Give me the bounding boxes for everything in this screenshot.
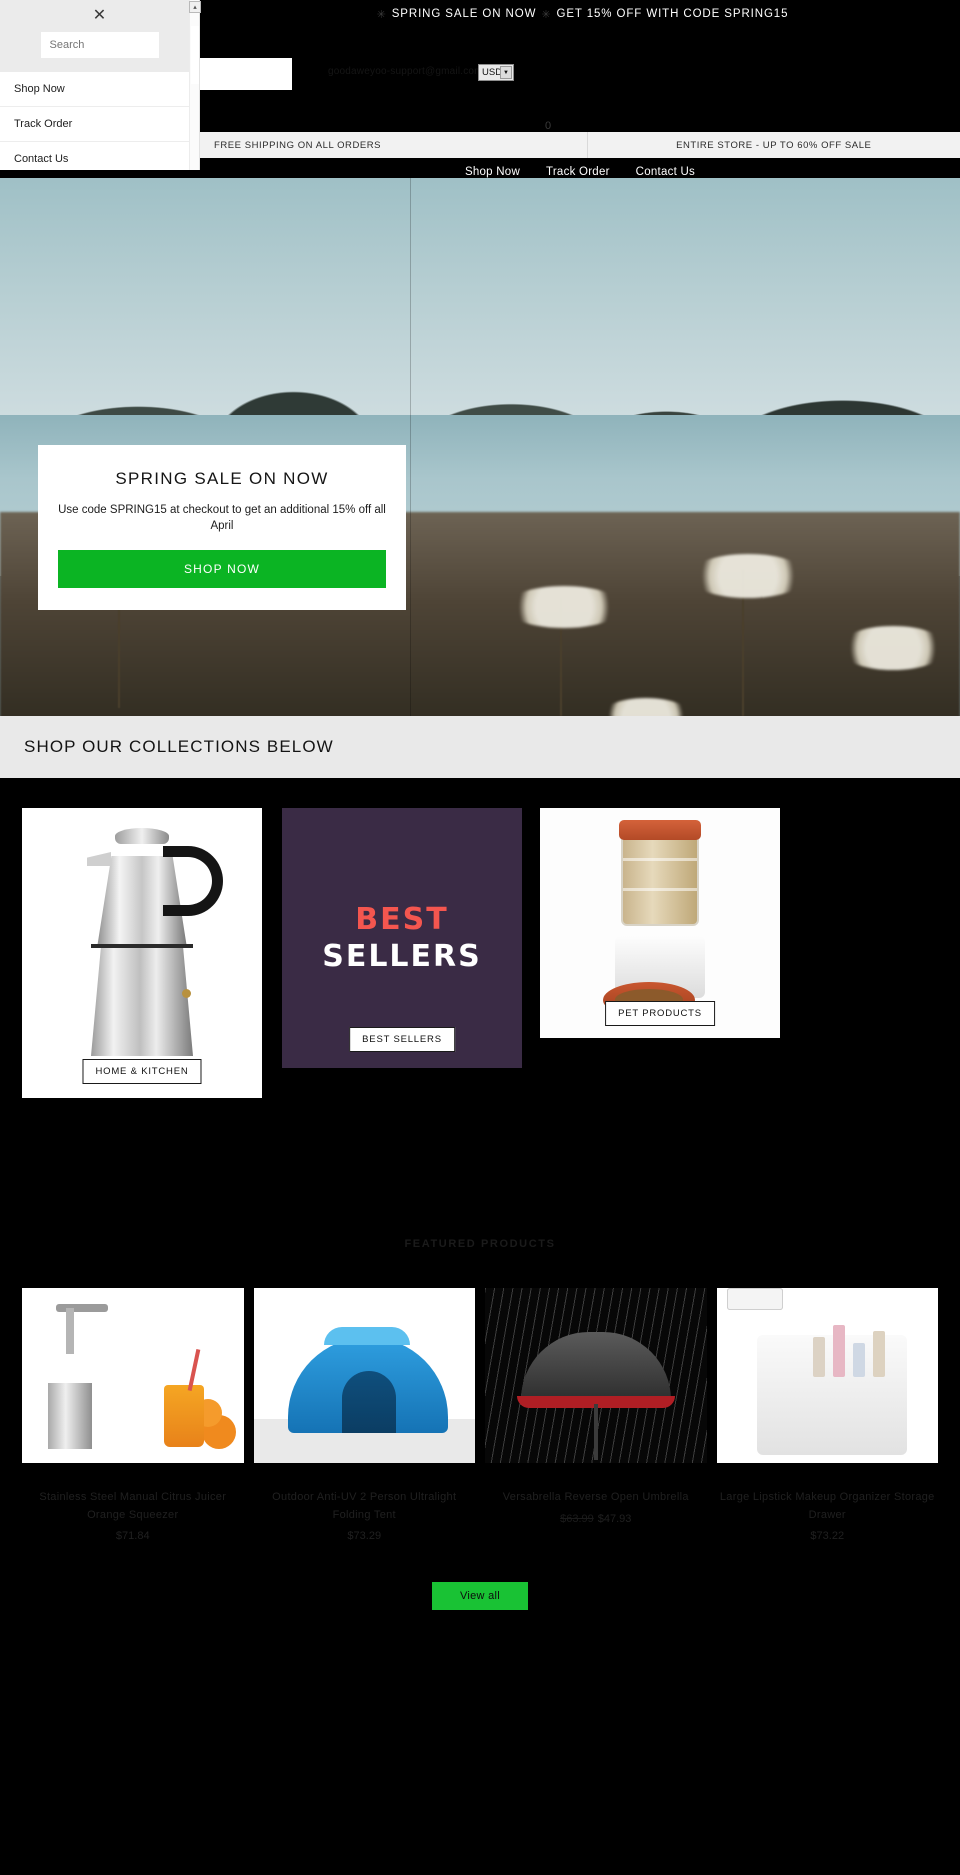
product-card[interactable]: Stainless Steel Manual Citrus Juicer Ora… (22, 1288, 244, 1542)
featured-heading: FEATURED PRODUCTS (404, 1238, 556, 1250)
best-sellers-art-line-1: BEST (355, 902, 449, 937)
nav-item-contact-us[interactable]: Contact Us (636, 166, 695, 178)
product-title[interactable]: Outdoor Anti-UV 2 Person Ultralight Fold… (254, 1489, 476, 1524)
drawer-item-contact-us[interactable]: Contact Us (0, 142, 199, 170)
drawer-item-track-order[interactable]: Track Order (0, 107, 199, 142)
product-image-folding-tent[interactable] (253, 1288, 475, 1463)
moka-pot-image (67, 826, 223, 1056)
window-control-button[interactable]: ▴ (189, 1, 201, 13)
product-title[interactable]: Large Lipstick Makeup Organizer Storage … (717, 1489, 939, 1524)
currency-select[interactable]: USD ▼ (478, 64, 514, 81)
site-header: goodaweyoo-support@gmail.com USD ▼ 0 (0, 28, 960, 132)
drawer-scrollbar-thumb[interactable] (191, 26, 199, 84)
sparkle-icon-2: ✳ (541, 8, 552, 21)
product-price: $71.84 (115, 1530, 150, 1543)
product-card[interactable]: Versabrella Reverse Open Umbrella $63.99… (485, 1288, 707, 1542)
pet-feeder-image (585, 820, 735, 1020)
collections-section: HOME & KITCHEN BEST SELLERS BEST SELLERS… (0, 778, 960, 1138)
hero-slide-divider (410, 178, 411, 716)
nav-item-track-order[interactable]: Track Order (546, 166, 610, 178)
cart-icon[interactable]: 0 (545, 120, 551, 132)
hero-title: SPRING SALE ON NOW (115, 469, 329, 488)
drawer-scrollbar[interactable] (189, 0, 199, 170)
view-all-container: View all (0, 1582, 960, 1611)
hero-subtitle: Use code SPRING15 at checkout to get an … (58, 504, 386, 532)
collections-heading-bar: SHOP OUR COLLECTIONS BELOW (0, 716, 960, 778)
product-title[interactable]: Versabrella Reverse Open Umbrella (485, 1489, 707, 1507)
collection-card-best-sellers[interactable]: BEST SELLERS BEST SELLERS (282, 808, 522, 1068)
site-root: ✳ SPRING SALE ON NOW ✳ GET 15% OFF WITH … (0, 0, 960, 186)
announcement-bar: ✳ SPRING SALE ON NOW ✳ GET 15% OFF WITH … (200, 0, 960, 28)
product-price: $73.22 (810, 1530, 845, 1543)
collection-pill-pet-products[interactable]: PET PRODUCTS (605, 1001, 715, 1026)
chevron-down-icon[interactable]: ▼ (500, 66, 512, 79)
close-icon[interactable]: ✕ (0, 8, 199, 24)
product-image-reverse-umbrella[interactable] (485, 1288, 707, 1463)
product-card[interactable]: Large Lipstick Makeup Organizer Storage … (716, 1288, 939, 1543)
featured-products-grid: Stainless Steel Manual Citrus Juicer Ora… (0, 1288, 960, 1542)
view-all-button[interactable]: View all (431, 1582, 529, 1611)
sparkle-icon: ✳ (376, 8, 387, 21)
product-price: $63.99 $47.93 (485, 1513, 707, 1525)
promo-free-shipping: FREE SHIPPING ON ALL ORDERS (214, 139, 382, 151)
hero-offer-card: SPRING SALE ON NOW Use code SPRING15 at … (38, 445, 406, 611)
drawer-item-shop-now[interactable]: Shop Now (0, 72, 199, 107)
drawer-search-area: ✕ (0, 0, 199, 72)
product-sale-price: $47.93 (597, 1512, 632, 1525)
support-email[interactable]: goodaweyoo-support@gmail.com (328, 66, 483, 77)
best-sellers-art-line-2: SELLERS (322, 939, 482, 974)
announcement-text-1: SPRING SALE ON NOW (391, 8, 537, 20)
product-compare-price: $63.99 (560, 1512, 594, 1525)
product-price: $73.29 (347, 1530, 382, 1543)
nav-item-shop-now[interactable]: Shop Now (465, 166, 520, 178)
menu-drawer: ✕ Shop Now Track Order Contact Us (0, 0, 200, 170)
collection-card-pet-products[interactable]: PET PRODUCTS (540, 808, 780, 1038)
hero-banner: SPRING SALE ON NOW Use code SPRING15 at … (0, 178, 960, 716)
announcement-text-2: GET 15% OFF WITH CODE SPRING15 (556, 8, 789, 20)
featured-products-section: FEATURED PRODUCTS Stainless Steel Manual… (0, 1138, 960, 1875)
collection-pill-best-sellers[interactable]: BEST SELLERS (349, 1027, 455, 1052)
promo-bar: FREE SHIPPING ON ALL ORDERS ENTIRE STORE… (200, 132, 960, 158)
product-image-citrus-juicer[interactable] (22, 1288, 244, 1463)
hero-shop-now-button[interactable]: SHOP NOW (58, 550, 386, 589)
drawer-links: Shop Now Track Order Contact Us (0, 72, 199, 170)
product-image-makeup-organizer[interactable] (716, 1288, 938, 1463)
search-input[interactable] (40, 32, 159, 58)
collections-heading: SHOP OUR COLLECTIONS BELOW (24, 737, 334, 756)
collection-pill-home-kitchen[interactable]: HOME & KITCHEN (82, 1059, 202, 1084)
product-title[interactable]: Stainless Steel Manual Citrus Juicer Ora… (22, 1489, 244, 1524)
promo-store-sale: ENTIRE STORE - UP TO 60% OFF SALE (586, 132, 960, 158)
collection-card-home-kitchen[interactable]: HOME & KITCHEN (22, 808, 262, 1098)
product-card[interactable]: Outdoor Anti-UV 2 Person Ultralight Fold… (253, 1288, 476, 1543)
